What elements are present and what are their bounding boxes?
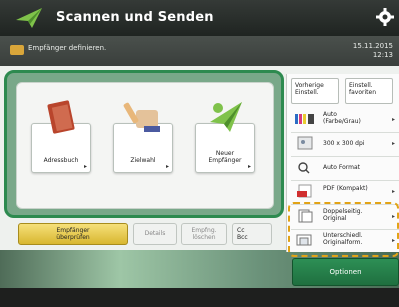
details-button[interactable]: Details (133, 223, 177, 245)
options-button[interactable]: Optionen (292, 258, 399, 286)
address-book-icon (47, 100, 75, 134)
previous-settings-button[interactable]: Vorherige Einstell. (291, 78, 339, 104)
highlight-frame (288, 202, 399, 257)
message-icon (10, 45, 24, 55)
address-book-button[interactable]: Adressbuch ▸ (31, 100, 91, 173)
arrow-icon: ▸ (391, 188, 395, 195)
address-book-label: Adressbuch (43, 157, 79, 164)
cc-label: Cc (237, 227, 245, 234)
app-title: Scannen und Senden (56, 10, 214, 25)
arrow-icon: ▸ (247, 163, 251, 170)
arrow-icon: ▸ (391, 140, 395, 147)
arrow-icon: ▸ (391, 116, 395, 123)
format-text: Auto Format (323, 164, 360, 171)
delete-recipient-button[interactable]: Empfng. löschen (181, 223, 227, 245)
format-setting[interactable]: Auto Format (291, 156, 399, 181)
speed-dial-label: Zielwahl (130, 157, 156, 164)
new-recipient-icon (210, 102, 242, 132)
color-mode-text: Auto (Farbe/Grau) (323, 111, 361, 125)
recipient-panel-inner: Adressbuch ▸ Zielwahl ▸ Neuer Empfänger … (16, 82, 274, 209)
footer-bar (0, 288, 399, 307)
bcc-label: Bcc (237, 234, 248, 241)
previous-settings-line2: Einstell. (295, 89, 319, 96)
resolution-setting[interactable]: 300 x 300 dpi ▸ (291, 132, 399, 157)
settings-top-buttons: Vorherige Einstell. Einstell. favoriten (291, 78, 397, 104)
color-mode-icon (295, 114, 314, 124)
speed-dial-icon (123, 102, 160, 132)
color-mode-line2: (Farbe/Grau) (323, 118, 361, 125)
resolution-text: 300 x 300 dpi (323, 140, 365, 147)
cc-bcc-button[interactable]: Cc Bcc (232, 223, 272, 245)
recipient-panel: Adressbuch ▸ Zielwahl ▸ Neuer Empfänger … (4, 70, 284, 218)
details-label: Details (144, 230, 166, 237)
delete-line2: löschen (192, 234, 216, 241)
favorite-settings-line1: Einstell. (349, 82, 373, 89)
color-mode-line1: Auto (323, 111, 337, 118)
message-bar: Empfänger definieren. 15.11.2015 12:13 (0, 36, 399, 66)
pdf-icon (297, 184, 312, 198)
arrow-icon: ▸ (83, 163, 87, 170)
date-text: 15.11.2015 (352, 42, 393, 50)
new-recipient-label-line2: Empfänger (208, 157, 242, 164)
resolution-icon (297, 136, 313, 150)
color-mode-setting[interactable]: Auto (Farbe/Grau) ▸ (291, 108, 399, 133)
gear-icon[interactable] (375, 7, 395, 27)
check-recipients-button[interactable]: Empfänger überprüfen (18, 223, 128, 245)
check-recipients-line2: überprüfen (56, 234, 90, 241)
datetime: 15.11.2015 12:13 (353, 42, 393, 60)
new-recipient-button[interactable]: Neuer Empfänger ▸ (195, 102, 255, 173)
delete-line1: Empfng. (191, 227, 217, 234)
new-recipient-label: Neuer Empfänger (196, 150, 254, 164)
favorite-settings-line2: favoriten (349, 89, 376, 96)
paper-plane-icon (16, 8, 42, 28)
status-message: Empfänger definieren. (28, 44, 107, 52)
new-recipient-label-line1: Neuer (215, 150, 235, 157)
speed-dial-button[interactable]: Zielwahl ▸ (113, 102, 173, 173)
arrow-icon: ▸ (165, 163, 169, 170)
previous-settings-line1: Vorherige (295, 82, 324, 89)
file-type-text: PDF (Kompakt) (323, 185, 368, 192)
title-bar: Scannen und Senden (0, 0, 399, 36)
format-icon (298, 162, 310, 174)
scan-send-screen: Scannen und Senden Empfänger definieren.… (0, 0, 399, 307)
time-text: 12:13 (372, 51, 393, 59)
favorite-settings-button[interactable]: Einstell. favoriten (345, 78, 393, 104)
check-recipients-line1: Empfänger (56, 227, 90, 234)
